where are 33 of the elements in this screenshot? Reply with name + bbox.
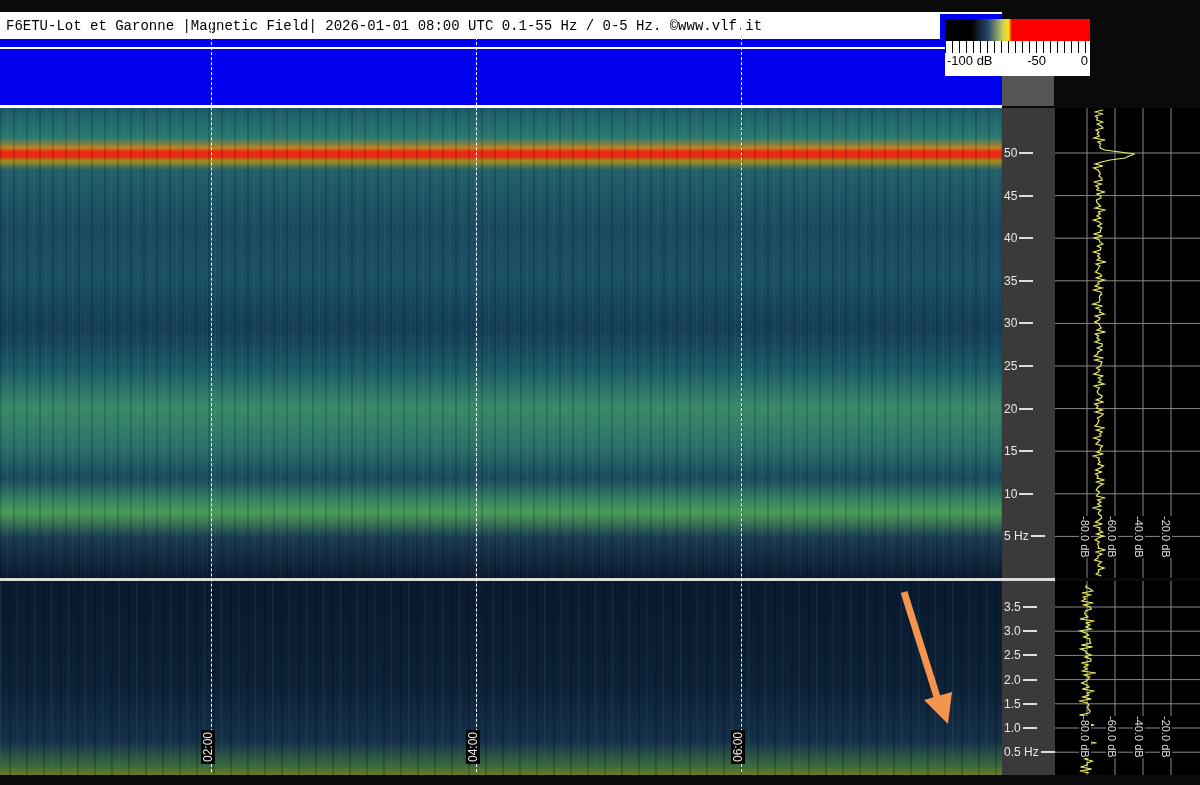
frequency-label: 45: [1004, 187, 1034, 204]
frequency-label: 5 Hz: [1004, 528, 1045, 545]
frequency-label: 35: [1004, 272, 1034, 289]
decibel-label: -60.0 dB: [1106, 716, 1118, 758]
frequency-label: 3.5: [1004, 599, 1037, 615]
decibel-label: -40.0 dB: [1133, 516, 1145, 558]
frequency-label: 2.5: [1004, 647, 1037, 664]
frequency-label: 10: [1004, 485, 1034, 502]
axis-header-block: [1002, 76, 1054, 106]
decibel-label: -80.0 dB: [1079, 516, 1091, 558]
frequency-label: 25: [1004, 358, 1034, 374]
decibel-label: -40.0 dB: [1133, 716, 1145, 758]
frequency-label: 2.0: [1004, 671, 1037, 688]
frequency-label: 0.5 Hz: [1004, 744, 1055, 761]
frequency-label: 1.5: [1004, 695, 1037, 712]
decibel-label: -60.0 dB: [1106, 516, 1118, 558]
chart-title: F6ETU-Lot et Garonne |Magnetic Field| 2026-01-01 08:00 UTC 0.1-55 Hz / 0-5 Hz. ©www.vlf.it: [0, 14, 940, 39]
time-label: 06:00: [731, 729, 745, 764]
frequency-label: 40: [1004, 230, 1034, 247]
time-label: 04:00: [466, 729, 480, 764]
scale-label: -50: [1027, 53, 1047, 68]
scale-label: -100 dB: [947, 53, 993, 68]
scale-label: 0: [1080, 53, 1088, 68]
frequency-label: 3.0: [1004, 623, 1037, 640]
decibel-label: -20.0 dB: [1160, 716, 1172, 758]
frequency-label: 15: [1004, 443, 1034, 460]
frequency-label: 50: [1004, 145, 1034, 161]
frequency-label: 1.0: [1004, 720, 1037, 736]
decibel-label: -80.0 dB: [1079, 716, 1091, 758]
time-label: 02:00: [201, 729, 215, 764]
decibel-label: -20.0 dB: [1160, 516, 1172, 558]
frequency-label: 20: [1004, 400, 1034, 417]
frequency-label: 30: [1004, 315, 1034, 332]
